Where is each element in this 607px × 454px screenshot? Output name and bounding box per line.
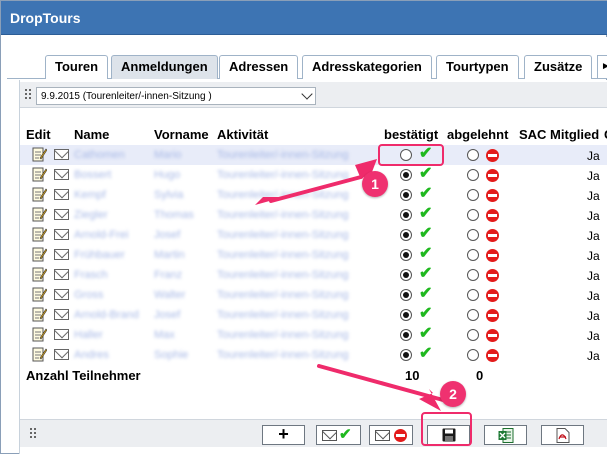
callout-badge-2: 2: [440, 381, 466, 407]
app-window: DropTours Touren Anmeldungen Adressen Ad…: [0, 0, 607, 454]
annotation-arrows: [255, 159, 445, 411]
callout-badge-1: 1: [362, 171, 388, 197]
